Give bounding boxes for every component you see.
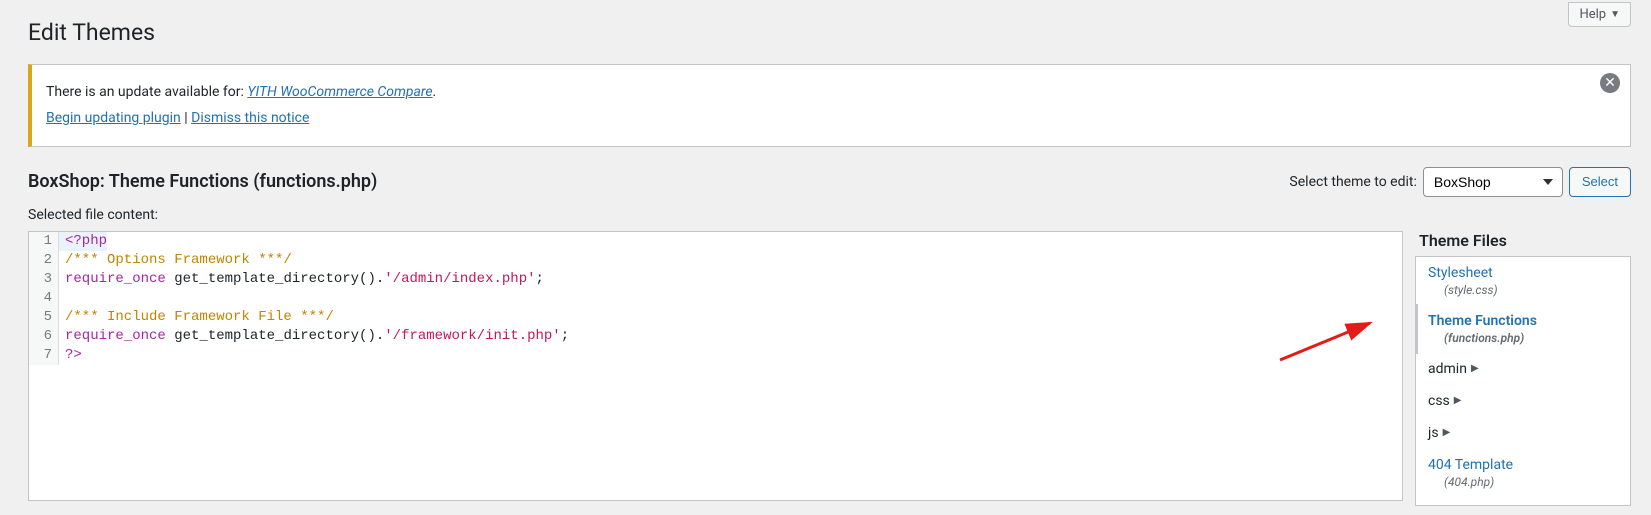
code-end: ; [536, 271, 544, 287]
notice-period: . [433, 84, 437, 100]
line-number: 7 [29, 346, 59, 365]
code-keyword: require_once [65, 271, 166, 287]
line-number: 3 [29, 270, 59, 289]
chevron-down-icon: ▼ [1610, 9, 1620, 20]
chevron-right-icon: ▶ [1454, 395, 1462, 406]
file-label: Theme Functions [1428, 313, 1537, 329]
notice-text: There is an update available for: [46, 84, 247, 100]
code-fn: get_template_directory(). [166, 271, 384, 287]
chevron-right-icon: ▶ [1443, 427, 1451, 438]
code-token: <?php [65, 233, 107, 249]
file-sub: (style.css) [1444, 283, 1620, 297]
help-label: Help [1579, 7, 1606, 22]
chevron-right-icon: ▶ [1471, 363, 1479, 374]
file-label: Stylesheet [1428, 265, 1493, 281]
code-keyword: require_once [65, 328, 166, 344]
file-sub: (404.php) [1444, 475, 1620, 489]
line-number: 6 [29, 327, 59, 346]
code-comment: /*** Options Framework ***/ [65, 252, 292, 268]
theme-files-heading: Theme Files [1419, 231, 1631, 250]
file-label: 404 Template [1428, 457, 1513, 473]
dir-label: css [1428, 393, 1450, 409]
code-string: '/framework/init.php' [384, 328, 560, 344]
close-icon[interactable]: ✕ [1600, 73, 1620, 93]
line-number: 4 [29, 289, 59, 308]
help-tab[interactable]: Help ▼ [1568, 2, 1631, 27]
code-string: '/admin/index.php' [384, 271, 535, 287]
selected-file-label: Selected file content: [28, 207, 1631, 223]
code-token: ?> [65, 347, 82, 363]
file-item-css[interactable]: css ▶ [1416, 385, 1630, 417]
file-tree[interactable]: Stylesheet (style.css) Theme Functions (… [1415, 256, 1631, 506]
file-heading: BoxShop: Theme Functions (functions.php) [28, 171, 377, 192]
line-number: 5 [29, 308, 59, 327]
theme-select-group: Select theme to edit: BoxShop Select [1289, 167, 1631, 197]
file-item-stylesheet[interactable]: Stylesheet (style.css) [1416, 257, 1630, 305]
file-label: Archives [1428, 505, 1482, 506]
code-comment: /*** Include Framework File ***/ [65, 309, 334, 325]
code-fn: get_template_directory(). [166, 328, 384, 344]
code-end: ; [561, 328, 569, 344]
file-item-functions[interactable]: Theme Functions (functions.php) [1415, 305, 1630, 353]
line-number: 1 [29, 232, 59, 251]
file-item-archives[interactable]: Archives [1416, 497, 1630, 506]
file-item-404[interactable]: 404 Template (404.php) [1416, 449, 1630, 497]
file-item-js[interactable]: js ▶ [1416, 417, 1630, 449]
page-title: Edit Themes [28, 10, 1631, 50]
update-notice: ✕ There is an update available for: YITH… [28, 64, 1631, 147]
theme-select[interactable]: BoxShop [1423, 167, 1563, 197]
begin-updating-link[interactable]: Begin updating plugin [46, 110, 181, 126]
dismiss-notice-link[interactable]: Dismiss this notice [191, 110, 309, 126]
dir-label: js [1428, 425, 1439, 441]
select-theme-label: Select theme to edit: [1289, 174, 1416, 190]
notice-sep: | [181, 110, 191, 126]
file-item-admin[interactable]: admin ▶ [1416, 353, 1630, 385]
file-sub: (functions.php) [1444, 331, 1620, 345]
select-button[interactable]: Select [1569, 167, 1631, 197]
line-number: 2 [29, 251, 59, 270]
code-editor[interactable]: 1 <?php 2 /*** Options Framework ***/ 3 req… [28, 231, 1403, 501]
code-blank [59, 289, 65, 308]
dir-label: admin [1428, 361, 1467, 377]
notice-plugin-link[interactable]: YITH WooCommerce Compare [247, 84, 432, 100]
